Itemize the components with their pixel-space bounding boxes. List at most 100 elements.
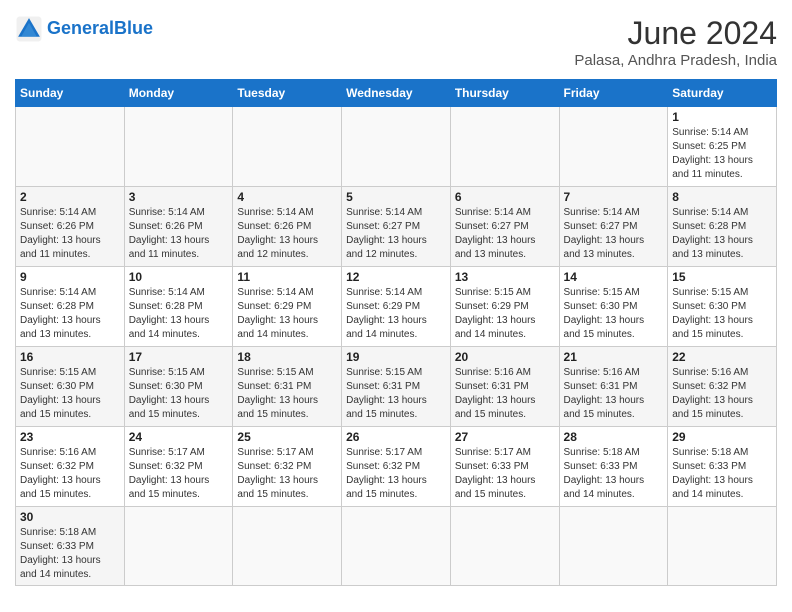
day-cell bbox=[342, 507, 451, 586]
week-row-2: 2Sunrise: 5:14 AMSunset: 6:26 PMDaylight… bbox=[16, 187, 777, 267]
day-info: Sunrise: 5:15 AMSunset: 6:30 PMDaylight:… bbox=[672, 286, 772, 342]
day-number: 15 bbox=[672, 270, 772, 284]
day-cell bbox=[450, 107, 559, 187]
day-info: Sunrise: 5:15 AMSunset: 6:30 PMDaylight:… bbox=[129, 366, 229, 422]
day-number: 14 bbox=[564, 270, 664, 284]
logo-blue: Blue bbox=[114, 18, 153, 38]
day-cell bbox=[559, 507, 668, 586]
day-cell: 14Sunrise: 5:15 AMSunset: 6:30 PMDayligh… bbox=[559, 267, 668, 347]
day-number: 18 bbox=[237, 350, 337, 364]
day-info: Sunrise: 5:14 AMSunset: 6:28 PMDaylight:… bbox=[129, 286, 229, 342]
weekday-header-row: SundayMondayTuesdayWednesdayThursdayFrid… bbox=[16, 80, 777, 107]
day-cell bbox=[16, 107, 125, 187]
day-number: 19 bbox=[346, 350, 446, 364]
day-cell: 19 Sunrise: 5:15 AMSunset: 6:31 PMDayligh… bbox=[342, 347, 451, 427]
day-number: 17 bbox=[129, 350, 229, 364]
day-info: Sunrise: 5:14 AMSunset: 6:29 PMDaylight:… bbox=[346, 286, 446, 342]
weekday-header-sunday: Sunday bbox=[16, 80, 125, 107]
day-cell: 17 Sunrise: 5:15 AMSunset: 6:30 PMDayligh… bbox=[124, 347, 233, 427]
day-cell: 8 Sunrise: 5:14 AMSunset: 6:28 PMDaylight… bbox=[668, 187, 777, 267]
day-info: Sunrise: 5:16 AMSunset: 6:31 PMDaylight:… bbox=[564, 366, 664, 422]
day-info: Sunrise: 5:15 AMSunset: 6:31 PMDaylight:… bbox=[237, 366, 337, 422]
day-info: Sunrise: 5:14 AMSunset: 6:29 PMDaylight:… bbox=[237, 286, 337, 342]
logo-icon bbox=[15, 15, 43, 43]
day-info: Sunrise: 5:16 AMSunset: 6:32 PMDaylight:… bbox=[20, 446, 120, 502]
day-cell: 29 Sunrise: 5:18 AMSunset: 6:33 PMDayligh… bbox=[668, 427, 777, 507]
logo-general: General bbox=[47, 18, 114, 38]
day-cell: 23Sunrise: 5:16 AMSunset: 6:32 PMDayligh… bbox=[16, 427, 125, 507]
day-info: Sunrise: 5:16 AMSunset: 6:31 PMDaylight:… bbox=[455, 366, 555, 422]
day-info: Sunrise: 5:14 AMSunset: 6:27 PMDaylight:… bbox=[455, 206, 555, 262]
day-number: 3 bbox=[129, 190, 229, 204]
day-number: 13 bbox=[455, 270, 555, 284]
day-number: 29 bbox=[672, 430, 772, 444]
day-info: Sunrise: 5:14 AMSunset: 6:28 PMDaylight:… bbox=[672, 206, 772, 262]
day-number: 6 bbox=[455, 190, 555, 204]
day-info: Sunrise: 5:14 AMSunset: 6:26 PMDaylight:… bbox=[129, 206, 229, 262]
day-number: 21 bbox=[564, 350, 664, 364]
day-info: Sunrise: 5:15 AMSunset: 6:29 PMDaylight:… bbox=[455, 286, 555, 342]
day-info: Sunrise: 5:18 AMSunset: 6:33 PMDaylight:… bbox=[564, 446, 664, 502]
day-info: Sunrise: 5:14 AMSunset: 6:26 PMDaylight:… bbox=[20, 206, 120, 262]
day-cell: 26Sunrise: 5:17 AMSunset: 6:32 PMDayligh… bbox=[342, 427, 451, 507]
day-cell: 16 Sunrise: 5:15 AMSunset: 6:30 PMDayligh… bbox=[16, 347, 125, 427]
day-info: Sunrise: 5:14 AMSunset: 6:26 PMDaylight:… bbox=[237, 206, 337, 262]
day-info: Sunrise: 5:18 AMSunset: 6:33 PMDaylight:… bbox=[20, 526, 120, 582]
day-cell: 13 Sunrise: 5:15 AMSunset: 6:29 PMDayligh… bbox=[450, 267, 559, 347]
day-number: 24 bbox=[129, 430, 229, 444]
page-header: GeneralBlue June 2024 Palasa, Andhra Pra… bbox=[15, 15, 777, 69]
day-cell: 21 Sunrise: 5:16 AMSunset: 6:31 PMDayligh… bbox=[559, 347, 668, 427]
day-cell: 30Sunrise: 5:18 AMSunset: 6:33 PMDayligh… bbox=[16, 507, 125, 586]
day-cell: 15 Sunrise: 5:15 AMSunset: 6:30 PMDayligh… bbox=[668, 267, 777, 347]
day-cell: 20 Sunrise: 5:16 AMSunset: 6:31 PMDayligh… bbox=[450, 347, 559, 427]
logo: GeneralBlue bbox=[15, 15, 153, 43]
day-info: Sunrise: 5:14 AMSunset: 6:27 PMDaylight:… bbox=[346, 206, 446, 262]
day-cell: 4 Sunrise: 5:14 AMSunset: 6:26 PMDaylight… bbox=[233, 187, 342, 267]
day-cell: 2Sunrise: 5:14 AMSunset: 6:26 PMDaylight… bbox=[16, 187, 125, 267]
day-cell: 27 Sunrise: 5:17 AMSunset: 6:33 PMDayligh… bbox=[450, 427, 559, 507]
week-row-5: 23Sunrise: 5:16 AMSunset: 6:32 PMDayligh… bbox=[16, 427, 777, 507]
day-cell: 24Sunrise: 5:17 AMSunset: 6:32 PMDayligh… bbox=[124, 427, 233, 507]
day-cell: 7Sunrise: 5:14 AMSunset: 6:27 PMDaylight… bbox=[559, 187, 668, 267]
day-number: 10 bbox=[129, 270, 229, 284]
day-cell: 11 Sunrise: 5:14 AMSunset: 6:29 PMDayligh… bbox=[233, 267, 342, 347]
day-info: Sunrise: 5:14 AMSunset: 6:27 PMDaylight:… bbox=[564, 206, 664, 262]
day-info: Sunrise: 5:18 AMSunset: 6:33 PMDaylight:… bbox=[672, 446, 772, 502]
day-cell: 18 Sunrise: 5:15 AMSunset: 6:31 PMDayligh… bbox=[233, 347, 342, 427]
weekday-header-wednesday: Wednesday bbox=[342, 80, 451, 107]
calendar-table: SundayMondayTuesdayWednesdayThursdayFrid… bbox=[15, 79, 777, 586]
day-cell: 1Sunrise: 5:14 AMSunset: 6:25 PMDaylight… bbox=[668, 107, 777, 187]
day-cell: 12Sunrise: 5:14 AMSunset: 6:29 PMDayligh… bbox=[342, 267, 451, 347]
weekday-header-saturday: Saturday bbox=[668, 80, 777, 107]
day-number: 4 bbox=[237, 190, 337, 204]
day-cell: 10 Sunrise: 5:14 AMSunset: 6:28 PMDayligh… bbox=[124, 267, 233, 347]
day-number: 11 bbox=[237, 270, 337, 284]
day-cell: 28Sunrise: 5:18 AMSunset: 6:33 PMDayligh… bbox=[559, 427, 668, 507]
day-cell: 3 Sunrise: 5:14 AMSunset: 6:26 PMDaylight… bbox=[124, 187, 233, 267]
week-row-4: 16 Sunrise: 5:15 AMSunset: 6:30 PMDayligh… bbox=[16, 347, 777, 427]
day-cell bbox=[668, 507, 777, 586]
day-number: 22 bbox=[672, 350, 772, 364]
month-year: June 2024 bbox=[574, 15, 777, 52]
day-info: Sunrise: 5:16 AMSunset: 6:32 PMDaylight:… bbox=[672, 366, 772, 422]
day-number: 16 bbox=[20, 350, 120, 364]
day-number: 1 bbox=[672, 110, 772, 124]
day-cell bbox=[124, 107, 233, 187]
week-row-6: 30Sunrise: 5:18 AMSunset: 6:33 PMDayligh… bbox=[16, 507, 777, 586]
day-info: Sunrise: 5:17 AMSunset: 6:32 PMDaylight:… bbox=[346, 446, 446, 502]
week-row-1: 1Sunrise: 5:14 AMSunset: 6:25 PMDaylight… bbox=[16, 107, 777, 187]
day-info: Sunrise: 5:17 AMSunset: 6:33 PMDaylight:… bbox=[455, 446, 555, 502]
title-area: June 2024 Palasa, Andhra Pradesh, India bbox=[574, 15, 777, 69]
day-info: Sunrise: 5:17 AMSunset: 6:32 PMDaylight:… bbox=[237, 446, 337, 502]
day-cell bbox=[450, 507, 559, 586]
day-cell bbox=[233, 107, 342, 187]
day-cell bbox=[124, 507, 233, 586]
day-number: 20 bbox=[455, 350, 555, 364]
logo-text: GeneralBlue bbox=[47, 19, 153, 39]
day-info: Sunrise: 5:15 AMSunset: 6:31 PMDaylight:… bbox=[346, 366, 446, 422]
day-cell bbox=[233, 507, 342, 586]
day-number: 27 bbox=[455, 430, 555, 444]
weekday-header-tuesday: Tuesday bbox=[233, 80, 342, 107]
day-info: Sunrise: 5:15 AMSunset: 6:30 PMDaylight:… bbox=[20, 366, 120, 422]
day-number: 8 bbox=[672, 190, 772, 204]
